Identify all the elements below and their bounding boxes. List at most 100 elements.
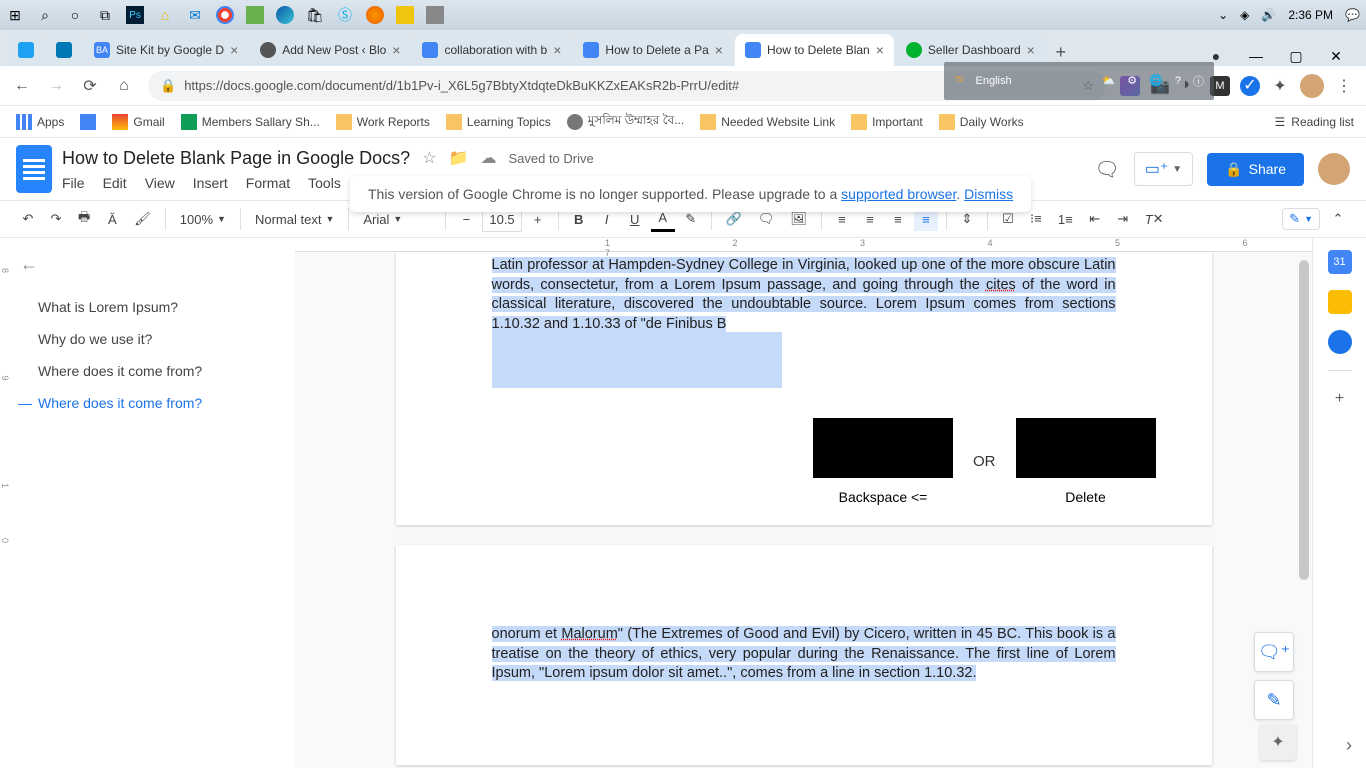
comment-history-icon[interactable]: 🗨 xyxy=(1094,157,1119,182)
share-button[interactable]: 🔒Share xyxy=(1207,153,1304,186)
suggest-edit-button[interactable]: ✎ xyxy=(1254,680,1294,720)
bookmark-folder[interactable]: Work Reports xyxy=(332,114,434,130)
profile-avatar[interactable] xyxy=(1300,74,1324,98)
bookmark-item[interactable] xyxy=(76,114,100,130)
move-icon[interactable]: 📁 xyxy=(449,148,469,168)
tab-howto2[interactable]: How to Delete Blan× xyxy=(735,34,894,66)
menu-tools[interactable]: Tools xyxy=(308,175,341,191)
outline-item[interactable]: Why do we use it? xyxy=(20,323,275,355)
notifications-icon[interactable]: 💬 xyxy=(1345,8,1360,22)
apps-button[interactable]: Apps xyxy=(12,114,68,130)
menu-file[interactable]: File xyxy=(62,175,85,191)
indent-less-icon[interactable]: ⇤ xyxy=(1083,207,1107,231)
outline-item[interactable]: What is Lorem Ipsum? xyxy=(20,291,275,323)
app-icon[interactable] xyxy=(426,6,444,24)
store-icon[interactable]: 🛍 xyxy=(306,6,324,24)
search-icon[interactable]: ⌕ xyxy=(36,6,54,24)
bookmark-folder[interactable]: Needed Website Link xyxy=(696,114,839,130)
close-icon[interactable]: × xyxy=(715,42,723,58)
document-page[interactable]: onorum et Malorum" (The Extremes of Good… xyxy=(396,545,1212,765)
body-text[interactable]: onorum et Malorum" (The Extremes of Good… xyxy=(492,625,1116,684)
app-icon[interactable] xyxy=(246,6,264,24)
document-page[interactable]: Latin professor at Hampden-Sydney Colleg… xyxy=(396,252,1212,525)
dismiss-link[interactable]: Dismiss xyxy=(964,186,1013,202)
app-icon[interactable] xyxy=(396,6,414,24)
editing-mode-button[interactable]: ✎▼ xyxy=(1282,208,1320,230)
bookmark-folder[interactable]: Important xyxy=(847,114,927,130)
bookmark-sheet[interactable]: Members Sallary Sh... xyxy=(177,114,324,130)
extensions-icon[interactable]: ✦ xyxy=(1270,76,1290,96)
wifi-icon[interactable]: ◈ xyxy=(1240,8,1249,22)
zoom-select[interactable]: 100%▼ xyxy=(174,210,232,229)
tab-twitter[interactable] xyxy=(8,34,44,66)
bookmark-gmail[interactable]: Gmail xyxy=(108,114,168,130)
number-list-icon[interactable]: 1≡ xyxy=(1052,208,1079,231)
menu-edit[interactable]: Edit xyxy=(103,175,127,191)
tab-collab[interactable]: collaboration with b× xyxy=(412,34,571,66)
scrollbar-thumb[interactable] xyxy=(1299,260,1309,580)
add-addon-icon[interactable]: + xyxy=(1328,387,1352,411)
undo-icon[interactable]: ↶ xyxy=(16,207,40,231)
chevron-icon[interactable]: ⌄ xyxy=(1218,8,1228,22)
menu-format[interactable]: Format xyxy=(246,175,290,191)
account-avatar[interactable] xyxy=(1318,153,1350,185)
reload-icon[interactable]: ⟳ xyxy=(80,76,100,96)
app-icon[interactable]: Ps xyxy=(126,6,144,24)
present-button[interactable]: ▭⁺▼ xyxy=(1134,152,1193,186)
bookmark-folder[interactable]: Daily Works xyxy=(935,114,1028,130)
close-icon[interactable]: × xyxy=(553,42,561,58)
tab-sitekit[interactable]: BASite Kit by Google D× xyxy=(84,34,248,66)
edge-icon[interactable] xyxy=(276,6,294,24)
add-comment-button[interactable]: 🗨⁺ xyxy=(1254,632,1294,672)
maximize-icon[interactable]: ▢ xyxy=(1286,46,1306,66)
forward-icon[interactable]: → xyxy=(46,76,66,96)
keep-icon[interactable] xyxy=(1328,290,1352,314)
ext-icon[interactable]: ✓ xyxy=(1240,76,1260,96)
collapse-toolbar-icon[interactable]: ⌃ xyxy=(1326,207,1350,231)
star-icon[interactable]: ☆ xyxy=(422,148,436,168)
bookmark-folder[interactable]: Learning Topics xyxy=(442,114,555,130)
skype-icon[interactable]: Ⓢ xyxy=(336,6,354,24)
bookmark-item[interactable]: মুসলিম উম্মাহর বৈ... xyxy=(563,112,688,132)
spellcheck-icon[interactable]: Ǎ xyxy=(100,208,124,231)
back-icon[interactable]: ← xyxy=(12,76,32,96)
volume-icon[interactable]: 🔊 xyxy=(1261,8,1276,22)
app-icon[interactable]: ⌂ xyxy=(156,6,174,24)
taskview-icon[interactable]: ⧉ xyxy=(96,6,114,24)
tab-howto1[interactable]: How to Delete a Pa× xyxy=(573,34,733,66)
close-icon[interactable]: × xyxy=(1027,42,1035,58)
close-icon[interactable]: × xyxy=(230,42,238,58)
close-icon[interactable]: × xyxy=(876,42,884,58)
menu-insert[interactable]: Insert xyxy=(193,175,228,191)
close-icon[interactable]: ✕ xyxy=(1326,46,1346,66)
menu-view[interactable]: View xyxy=(145,175,175,191)
tasks-icon[interactable] xyxy=(1328,330,1352,354)
tab-linkedin[interactable] xyxy=(46,34,82,66)
indent-more-icon[interactable]: ⇥ xyxy=(1111,207,1135,231)
close-icon[interactable]: × xyxy=(392,42,400,58)
home-icon[interactable]: ⌂ xyxy=(114,76,134,96)
language-overlay[interactable]: অEnglish ⛅⚙🌐?ⓘ xyxy=(944,62,1214,100)
start-icon[interactable]: ⊞ xyxy=(6,6,24,24)
document-title[interactable]: How to Delete Blank Page in Google Docs? xyxy=(62,148,410,169)
supported-browser-link[interactable]: supported browser xyxy=(841,186,956,202)
app-icon[interactable]: ✉ xyxy=(186,6,204,24)
style-select[interactable]: Normal text▼ xyxy=(249,210,340,229)
clock[interactable]: 2:36 PM xyxy=(1288,8,1333,22)
chrome-icon[interactable] xyxy=(216,6,234,24)
outline-item-active[interactable]: Where does it come from? xyxy=(20,387,275,419)
minimize-icon[interactable]: — xyxy=(1246,46,1266,66)
outline-item[interactable]: Where does it come from? xyxy=(20,355,275,387)
print-icon[interactable]: 🖶 xyxy=(72,204,96,234)
cortana-icon[interactable]: ○ xyxy=(66,6,84,24)
explore-button[interactable]: ✦ xyxy=(1260,724,1296,760)
font-select[interactable]: Arial▼ xyxy=(357,210,437,229)
close-outline-icon[interactable]: ← xyxy=(20,254,275,275)
redo-icon[interactable]: ↷ xyxy=(44,207,68,231)
body-text[interactable]: Latin professor at Hampden-Sydney Colleg… xyxy=(492,256,1116,334)
firefox-icon[interactable] xyxy=(366,6,384,24)
tab-addpost[interactable]: Add New Post ‹ Blo× xyxy=(250,34,410,66)
clear-format-icon[interactable]: T✕ xyxy=(1139,207,1170,231)
show-side-panel-icon[interactable]: › xyxy=(1346,735,1352,756)
document-canvas[interactable]: 1 2 3 4 5 6 7 Latin professor at Hampden… xyxy=(295,238,1312,768)
